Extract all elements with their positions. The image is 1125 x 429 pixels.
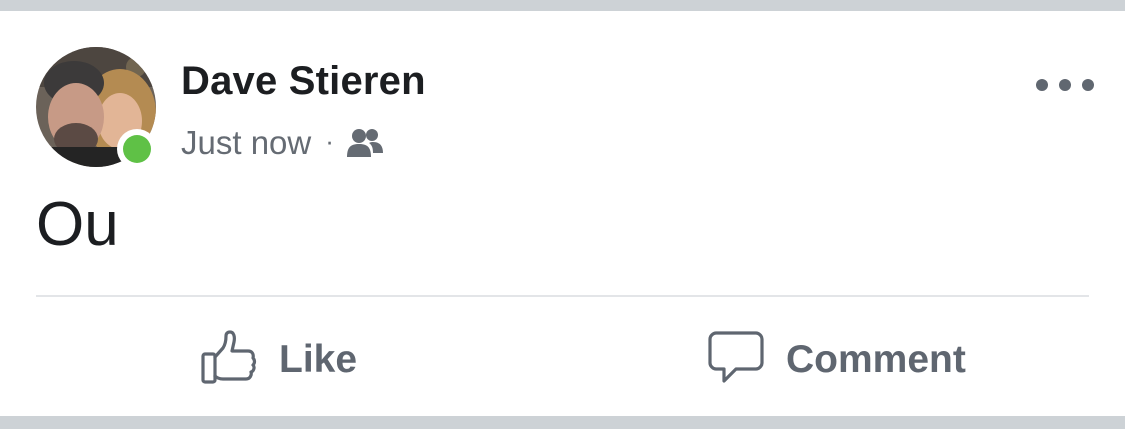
author-name[interactable]: Dave Stieren (181, 59, 426, 104)
speech-bubble-icon (708, 330, 764, 390)
friends-icon[interactable] (346, 128, 383, 158)
more-dot (1082, 79, 1094, 91)
thumbs-up-icon (201, 329, 257, 391)
actions-divider (36, 295, 1089, 297)
meta-separator: · (325, 125, 334, 156)
more-dot (1059, 79, 1071, 91)
online-status-indicator (117, 129, 157, 169)
like-button[interactable]: Like (201, 320, 357, 400)
like-label: Like (279, 338, 358, 381)
comment-label: Comment (786, 338, 966, 381)
feed-post: Dave Stieren Just now · Ou Like Comment (0, 11, 1125, 416)
post-body-text: Ou (36, 190, 119, 259)
more-dot (1036, 79, 1048, 91)
post-timestamp[interactable]: Just now (181, 124, 311, 162)
more-options-icon[interactable] (1036, 73, 1094, 97)
post-meta: Just now · (181, 119, 383, 167)
comment-button[interactable]: Comment (708, 320, 966, 400)
